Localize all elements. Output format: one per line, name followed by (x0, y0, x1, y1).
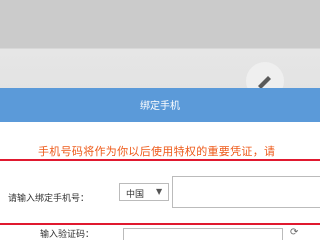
dialog-title: 绑定手机 (140, 101, 180, 112)
notice-text: 手机号码将作为你以后使用特权的重要凭证，请 (38, 145, 276, 158)
highlight-line-top (0, 159, 320, 161)
country-value: 中国 (126, 190, 145, 200)
country-select[interactable]: 中国 ▼ (119, 183, 169, 201)
refresh-icon[interactable]: ⟳ (290, 227, 298, 238)
phone-label: 请输入绑定手机号： (8, 194, 90, 204)
code-input[interactable] (123, 228, 283, 240)
caret-down-icon: ▼ (156, 187, 163, 196)
code-label: 输入验证码： (40, 230, 95, 240)
code-row: 输入验证码： ⟳ (0, 227, 320, 240)
phone-input[interactable] (172, 176, 320, 208)
highlight-line-bottom (0, 223, 320, 225)
bind-phone-dialog: 绑定手机 手机号码将作为你以后使用特权的重要凭证，请 请输入绑定手机号： 中国 … (0, 88, 320, 240)
dialog-header: 绑定手机 (0, 88, 320, 122)
pencil-icon (258, 76, 271, 89)
